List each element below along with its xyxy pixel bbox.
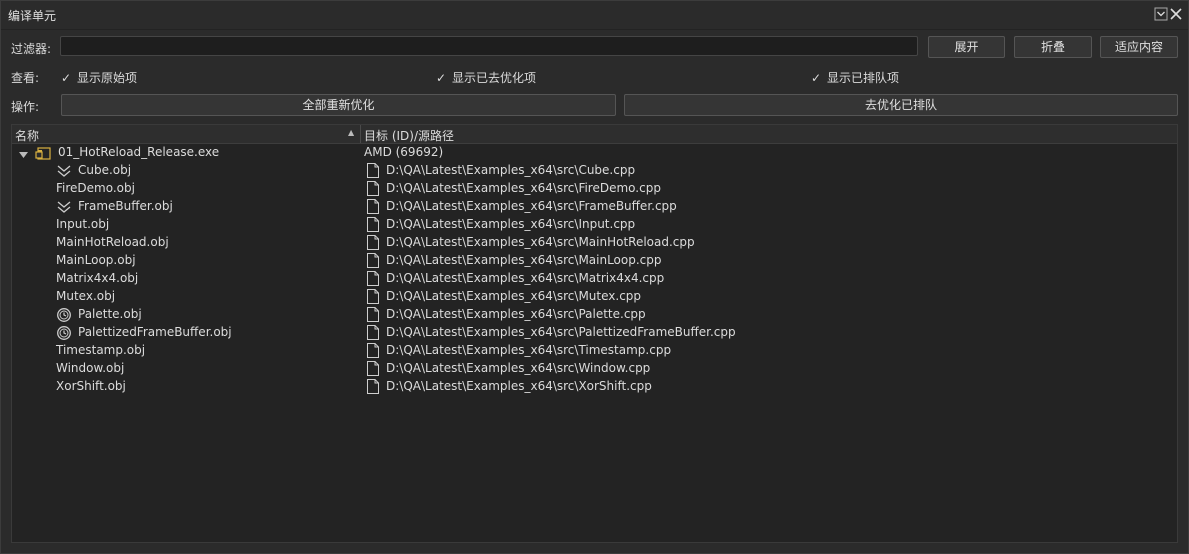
checkmark-icon: ✓: [811, 71, 822, 85]
column-header-target-path[interactable]: 目标 (ID)/源路径: [364, 127, 454, 144]
tree-row[interactable]: MainLoop.obj D:\QA\Latest\Examples_x64\sr…: [12, 252, 1177, 270]
source-file-icon: [367, 361, 379, 376]
show-original-checkbox[interactable]: ✓ 显示原始项: [61, 69, 137, 86]
object-file-name: Mutex.obj: [56, 289, 116, 303]
table-header: 名称 ▲ 目标 (ID)/源路径: [12, 125, 1177, 144]
source-file-icon: [367, 235, 379, 250]
source-path: D:\QA\Latest\Examples_x64\src\MainLoop.c…: [386, 253, 662, 267]
source-path: D:\QA\Latest\Examples_x64\src\FrameBuffe…: [386, 199, 677, 213]
root-target: AMD (69692): [364, 145, 444, 159]
show-queued-checkbox[interactable]: ✓ 显示已排队项: [811, 69, 899, 86]
source-file-icon: [367, 343, 379, 358]
sort-ascending-icon: ▲: [348, 128, 355, 137]
source-file-icon: [367, 199, 379, 214]
checkmark-icon: ✓: [436, 71, 447, 85]
title-bar: 编译单元: [1, 1, 1188, 30]
source-file-icon: [367, 253, 379, 268]
column-divider[interactable]: [360, 125, 361, 143]
source-path: D:\QA\Latest\Examples_x64\src\Matrix4x4.…: [386, 271, 665, 285]
close-icon[interactable]: [1169, 7, 1183, 21]
source-path: D:\QA\Latest\Examples_x64\src\Mutex.cpp: [386, 289, 642, 303]
show-original-label: 显示原始项: [77, 71, 138, 85]
collapse-button[interactable]: 折叠: [1014, 36, 1092, 58]
source-path: D:\QA\Latest\Examples_x64\src\Input.cpp: [386, 217, 636, 231]
source-path: D:\QA\Latest\Examples_x64\src\Palette.cp…: [386, 307, 646, 321]
expand-button[interactable]: 展开: [928, 36, 1005, 58]
source-path: D:\QA\Latest\Examples_x64\src\MainHotRel…: [386, 235, 695, 249]
show-deoptimized-checkbox[interactable]: ✓ 显示已去优化项: [436, 69, 536, 86]
source-file-icon: [367, 217, 379, 232]
dropdown-menu-icon[interactable]: [1154, 7, 1168, 21]
object-file-name: FrameBuffer.obj: [78, 199, 173, 213]
object-file-name: MainHotReload.obj: [56, 235, 169, 249]
actions-label: 操作:: [11, 100, 40, 114]
tree-row[interactable]: Palette.obj D:\QA\Latest\Examples_x64\src…: [12, 306, 1177, 324]
deoptimized-icon: [56, 199, 72, 215]
tree-row[interactable]: PalettizedFrameBuffer.obj D:\QA\Latest\Ex…: [12, 324, 1177, 342]
source-file-icon: [367, 181, 379, 196]
compilation-units-window: 编译单元 过滤器: 展开 折叠 适应内容 查看: ✓ 显示原始项 ✓ 显示已去优化项…: [0, 0, 1189, 554]
source-path: D:\QA\Latest\Examples_x64\src\Timestamp.…: [386, 343, 672, 357]
show-queued-label: 显示已排队项: [827, 71, 900, 85]
tree-row[interactable]: Input.obj D:\QA\Latest\Examples_x64\src\I…: [12, 216, 1177, 234]
object-file-name: Matrix4x4.obj: [56, 271, 139, 285]
expand-triangle-icon[interactable]: [19, 148, 28, 162]
object-file-name: Palette.obj: [78, 307, 142, 321]
source-file-icon: [367, 307, 379, 322]
tree-row[interactable]: XorShift.obj D:\QA\Latest\Examples_x64\sr…: [12, 378, 1177, 396]
source-path: D:\QA\Latest\Examples_x64\src\XorShift.c…: [386, 379, 652, 393]
compilation-units-tree: 名称 ▲ 目标 (ID)/源路径 01_HotReload_Release.ex…: [11, 124, 1178, 543]
source-path: D:\QA\Latest\Examples_x64\src\FireDemo.c…: [386, 181, 661, 195]
source-path: D:\QA\Latest\Examples_x64\src\Window.cpp: [386, 361, 651, 375]
column-header-name[interactable]: 名称: [15, 127, 39, 144]
source-path: D:\QA\Latest\Examples_x64\src\Cube.cpp: [386, 163, 636, 177]
view-label: 查看:: [11, 71, 40, 85]
filter-label: 过滤器:: [11, 42, 52, 56]
object-file-name: Cube.obj: [78, 163, 132, 177]
tree-row[interactable]: Timestamp.obj D:\QA\Latest\Examples_x64\s…: [12, 342, 1177, 360]
tree-row[interactable]: Cube.obj D:\QA\Latest\Examples_x64\src\Cu…: [12, 162, 1177, 180]
filter-input[interactable]: [60, 36, 918, 56]
tree-row[interactable]: Matrix4x4.obj D:\QA\Latest\Examples_x64\s…: [12, 270, 1177, 288]
object-file-name: Input.obj: [56, 217, 110, 231]
object-file-name: FireDemo.obj: [56, 181, 135, 195]
source-file-icon: [367, 325, 379, 340]
tree-row[interactable]: FireDemo.obj D:\QA\Latest\Examples_x64\sr…: [12, 180, 1177, 198]
checkmark-icon: ✓: [61, 71, 72, 85]
tree-row[interactable]: FrameBuffer.obj D:\QA\Latest\Examples_x64…: [12, 198, 1177, 216]
object-file-name: Timestamp.obj: [56, 343, 146, 357]
root-name: 01_HotReload_Release.exe: [58, 145, 220, 159]
queued-clock-icon: [56, 325, 72, 341]
source-path: D:\QA\Latest\Examples_x64\src\Palettized…: [386, 325, 736, 339]
source-file-icon: [367, 379, 379, 394]
object-file-name: Window.obj: [56, 361, 125, 375]
show-deoptimized-label: 显示已去优化项: [452, 71, 537, 85]
tree-row[interactable]: Window.obj D:\QA\Latest\Examples_x64\src\…: [12, 360, 1177, 378]
deoptimized-icon: [56, 163, 72, 179]
tree-row[interactable]: MainHotReload.obj D:\QA\Latest\Examples_x…: [12, 234, 1177, 252]
object-file-name: XorShift.obj: [56, 379, 126, 393]
fit-content-button[interactable]: 适应内容: [1100, 36, 1178, 58]
executable-icon: [35, 145, 51, 161]
window-title: 编译单元: [8, 9, 57, 23]
source-file-icon: [367, 271, 379, 286]
object-file-name: PalettizedFrameBuffer.obj: [78, 325, 232, 339]
object-file-name: MainLoop.obj: [56, 253, 136, 267]
tree-root-row[interactable]: 01_HotReload_Release.exe AMD (69692): [12, 144, 1177, 162]
source-file-icon: [367, 289, 379, 304]
tree-row[interactable]: Mutex.obj D:\QA\Latest\Examples_x64\src\M…: [12, 288, 1177, 306]
source-file-icon: [367, 163, 379, 178]
reoptimize-all-button[interactable]: 全部重新优化: [61, 94, 616, 116]
deoptimize-queued-button[interactable]: 去优化已排队: [624, 94, 1178, 116]
queued-clock-icon: [56, 307, 72, 323]
